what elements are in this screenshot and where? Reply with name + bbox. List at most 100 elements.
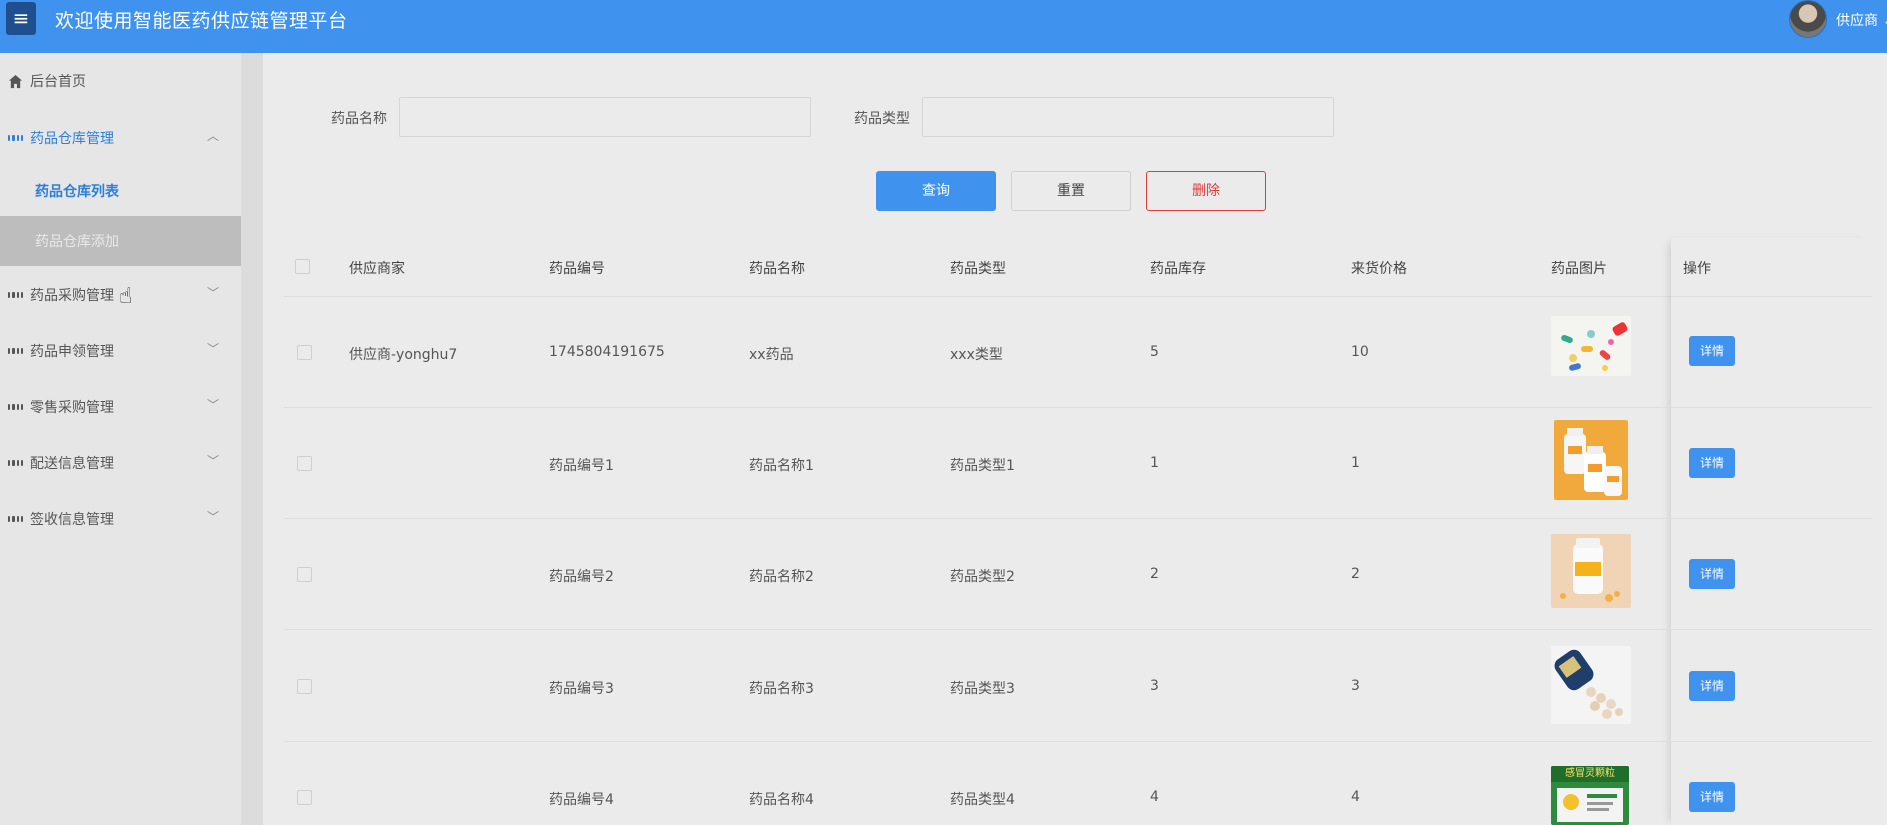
- row-divider: [284, 518, 1872, 519]
- cell-code: 药品编号3: [549, 681, 614, 697]
- sidebar-item-warehouse-add[interactable]: 药品仓库添加: [0, 216, 241, 266]
- sidebar-item-label: 药品仓库管理: [30, 131, 114, 147]
- sidebar-divider: [241, 53, 263, 825]
- cell-stock: 2: [1150, 566, 1159, 582]
- cell-type: 药品类型2: [950, 569, 1015, 585]
- cell-price: 1: [1351, 455, 1360, 471]
- cell-type: 药品类型1: [950, 458, 1015, 474]
- detail-button[interactable]: 详情: [1689, 782, 1735, 812]
- cell-name: 药品名称3: [749, 681, 814, 697]
- sidebar-group-delivery[interactable]: 配送信息管理 ﹀: [0, 435, 241, 491]
- sidebar: 后台首页 药品仓库管理 ︿ 药品仓库列表 药品仓库添加 药品采购管理 ﹀ 药品申…: [0, 53, 241, 825]
- detail-button[interactable]: 详情: [1689, 671, 1735, 701]
- row-checkbox[interactable]: [297, 679, 312, 694]
- column-header-supplier: 供应商家: [349, 261, 405, 277]
- top-header: ≡ 欢迎使用智能医药供应链管理平台 供应商 ⌄: [0, 0, 1887, 53]
- column-header-stock: 药品库存: [1150, 261, 1206, 277]
- sidebar-group-signoff[interactable]: 签收信息管理 ﹀: [0, 491, 241, 547]
- chevron-down-icon: ﹀: [206, 398, 219, 412]
- cell-stock: 4: [1150, 789, 1159, 805]
- drug-image: 感冒灵颗粒: [1551, 766, 1629, 825]
- drug-image: [1551, 316, 1631, 376]
- grid-icon: [8, 131, 23, 146]
- sidebar-item-label: 后台首页: [30, 74, 86, 90]
- cell-name: xx药品: [749, 347, 794, 363]
- sidebar-group-retail[interactable]: 零售采购管理 ﹀: [0, 379, 241, 435]
- user-name: 供应商: [1836, 13, 1878, 29]
- cell-name: 药品名称2: [749, 569, 814, 585]
- row-checkbox[interactable]: [297, 790, 312, 805]
- detail-button[interactable]: 详情: [1689, 336, 1735, 366]
- detail-button[interactable]: 详情: [1689, 448, 1735, 478]
- select-all-checkbox[interactable]: [295, 259, 310, 274]
- sidebar-group-warehouse[interactable]: 药品仓库管理 ︿: [0, 110, 241, 166]
- row-checkbox[interactable]: [297, 567, 312, 582]
- drug-image: [1551, 534, 1631, 608]
- drug-type-input[interactable]: [922, 97, 1334, 137]
- cell-price: 10: [1351, 344, 1369, 360]
- column-header-type: 药品类型: [950, 261, 1006, 277]
- chevron-up-icon: ︿: [206, 129, 219, 143]
- column-header-name: 药品名称: [749, 261, 805, 277]
- cell-name: 药品名称4: [749, 792, 814, 808]
- cell-stock: 1: [1150, 455, 1159, 471]
- cell-code: 药品编号2: [549, 569, 614, 585]
- grid-icon: [8, 512, 23, 527]
- hamburger-icon[interactable]: ≡: [6, 2, 36, 35]
- cell-code: 药品编号4: [549, 792, 614, 808]
- cell-price: 2: [1351, 566, 1360, 582]
- home-icon: [8, 74, 23, 89]
- app-title: 欢迎使用智能医药供应链管理平台: [55, 10, 348, 32]
- row-divider: [284, 629, 1872, 630]
- column-header-image: 药品图片: [1551, 261, 1607, 277]
- sidebar-item-label: 零售采购管理: [30, 400, 114, 416]
- cell-price: 4: [1351, 789, 1360, 805]
- chevron-down-icon: ﹀: [206, 342, 219, 356]
- detail-button[interactable]: 详情: [1689, 559, 1735, 589]
- sidebar-item-label: 药品申领管理: [30, 344, 114, 360]
- cell-name: 药品名称1: [749, 458, 814, 474]
- cell-code: 1745804191675: [549, 344, 665, 360]
- row-checkbox[interactable]: [297, 456, 312, 471]
- sidebar-item-label: 药品采购管理: [30, 288, 114, 304]
- chevron-down-icon: ﹀: [206, 510, 219, 524]
- cell-code: 药品编号1: [549, 458, 614, 474]
- hand-cursor-icon: ☝: [119, 284, 133, 309]
- grid-icon: [8, 456, 23, 471]
- column-header-code: 药品编号: [549, 261, 605, 277]
- drug-image: [1551, 646, 1631, 724]
- cell-type: 药品类型4: [950, 792, 1015, 808]
- avatar[interactable]: [1789, 0, 1827, 38]
- user-menu[interactable]: 供应商 ⌄: [1836, 10, 1887, 30]
- sidebar-group-claim[interactable]: 药品申领管理 ﹀: [0, 323, 241, 379]
- cell-price: 3: [1351, 678, 1360, 694]
- cell-type: 药品类型3: [950, 681, 1015, 697]
- column-header-price: 来货价格: [1351, 261, 1407, 277]
- row-divider: [284, 296, 1872, 297]
- fixed-actions-column: [1671, 238, 1872, 825]
- query-button[interactable]: 查询: [876, 171, 996, 211]
- grid-icon: [8, 400, 23, 415]
- drug-image: [1554, 420, 1628, 500]
- row-divider: [284, 741, 1872, 742]
- chevron-down-icon: ⌄: [1878, 13, 1887, 29]
- delete-button[interactable]: 删除: [1146, 171, 1266, 211]
- drug-name-label: 药品名称: [331, 111, 387, 127]
- chevron-down-icon: ﹀: [206, 286, 219, 300]
- grid-icon: [8, 288, 23, 303]
- sidebar-item-home[interactable]: 后台首页: [0, 53, 241, 109]
- grid-icon: [8, 344, 23, 359]
- cell-stock: 3: [1150, 678, 1159, 694]
- drug-type-label: 药品类型: [854, 111, 910, 127]
- chevron-down-icon: ﹀: [206, 454, 219, 468]
- sidebar-item-label: 签收信息管理: [30, 512, 114, 528]
- row-divider: [284, 407, 1872, 408]
- cell-type: xxx类型: [950, 347, 1003, 363]
- reset-button[interactable]: 重置: [1011, 171, 1131, 211]
- cell-supplier: 供应商-yonghu7: [349, 347, 458, 363]
- sidebar-item-label: 配送信息管理: [30, 456, 114, 472]
- sidebar-item-warehouse-list[interactable]: 药品仓库列表: [0, 166, 241, 216]
- cell-stock: 5: [1150, 344, 1159, 360]
- row-checkbox[interactable]: [297, 345, 312, 360]
- drug-name-input[interactable]: [399, 97, 811, 137]
